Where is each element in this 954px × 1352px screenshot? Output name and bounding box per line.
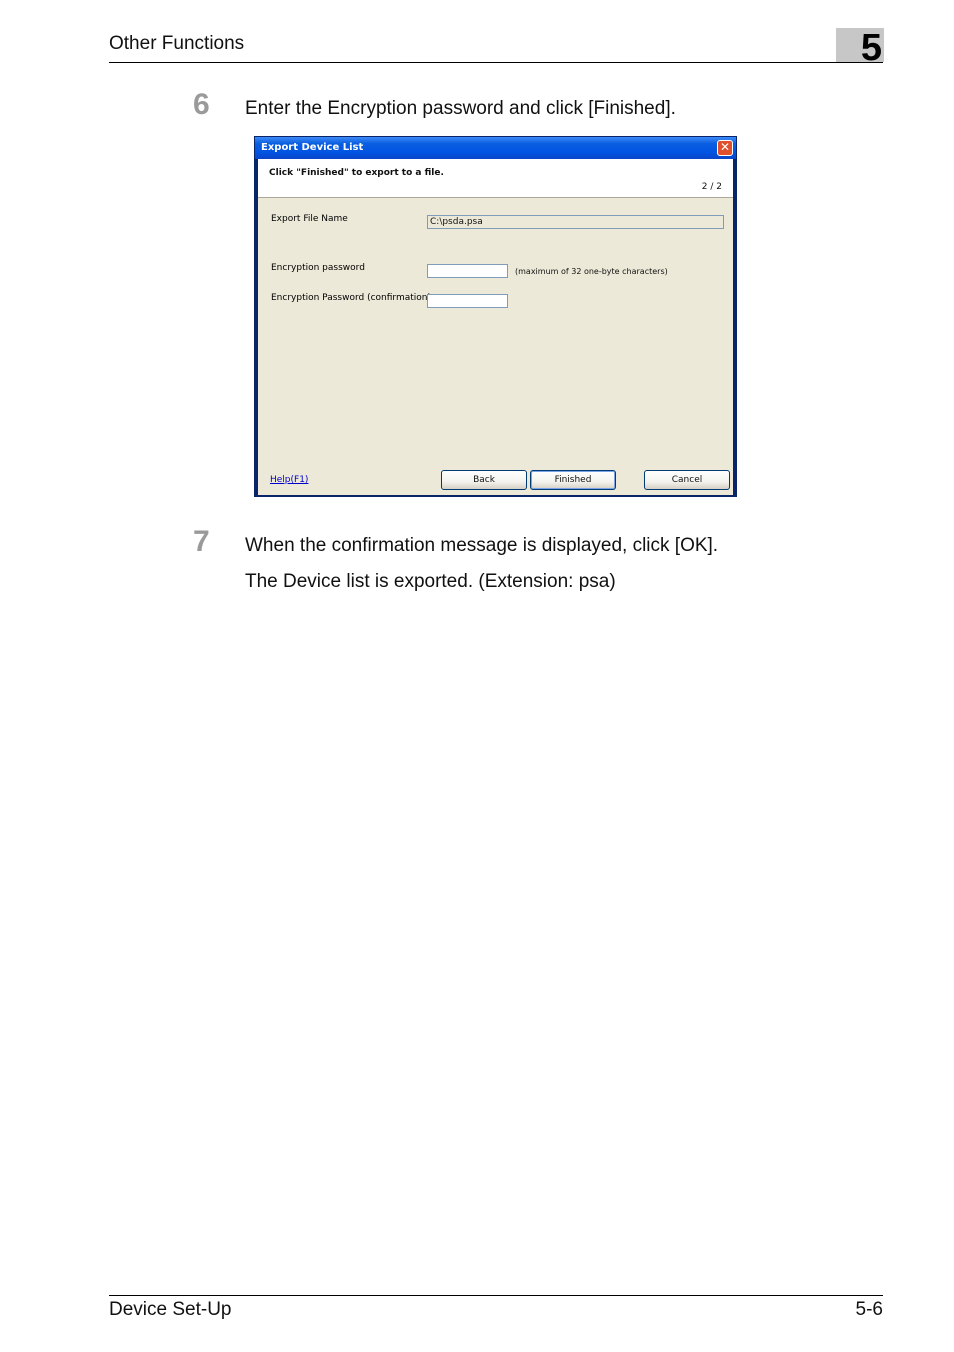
dialog-title: Export Device List xyxy=(261,142,364,153)
export-file-field[interactable]: C:\psda.psa xyxy=(427,215,724,229)
finished-button[interactable]: Finished xyxy=(530,470,616,490)
encryption-confirm-input[interactable] xyxy=(427,294,508,308)
header-divider xyxy=(109,62,883,63)
back-button[interactable]: Back xyxy=(441,470,527,490)
step-number: 6 xyxy=(193,88,210,121)
section-title: Other Functions xyxy=(109,33,245,54)
encryption-confirm-label: Encryption Password (confirmation) xyxy=(271,293,431,303)
step-instruction: Enter the Encryption password and click … xyxy=(245,98,676,119)
step-instruction: When the confirmation message is display… xyxy=(245,535,719,556)
encryption-password-hint: (maximum of 32 one-byte characters) xyxy=(515,267,668,276)
footer-manual-title: Device Set-Up xyxy=(109,1299,232,1320)
cancel-button[interactable]: Cancel xyxy=(644,470,730,490)
help-link[interactable]: Help(F1) xyxy=(270,475,308,485)
step-number: 7 xyxy=(193,525,210,558)
dialog-body: Click "Finished" to export to a file. 2 … xyxy=(258,159,733,495)
export-device-list-dialog: Export Device List ✕ Click "Finished" to… xyxy=(254,136,737,497)
step-result: The Device list is exported. (Extension:… xyxy=(245,571,616,592)
chapter-number-badge: 5 xyxy=(836,28,884,68)
export-file-label: Export File Name xyxy=(271,214,348,224)
encryption-password-label: Encryption password xyxy=(271,263,365,273)
footer-divider xyxy=(109,1295,883,1296)
encryption-password-input[interactable] xyxy=(427,264,508,278)
dialog-banner: Click "Finished" to export to a file. 2 … xyxy=(258,159,733,198)
page-indicator: 2 / 2 xyxy=(701,182,722,192)
close-button[interactable]: ✕ xyxy=(717,140,733,156)
dialog-titlebar[interactable]: Export Device List ✕ xyxy=(255,137,736,159)
instruction-text: Click "Finished" to export to a file. xyxy=(269,168,444,178)
page-number: 5-6 xyxy=(855,1299,883,1320)
